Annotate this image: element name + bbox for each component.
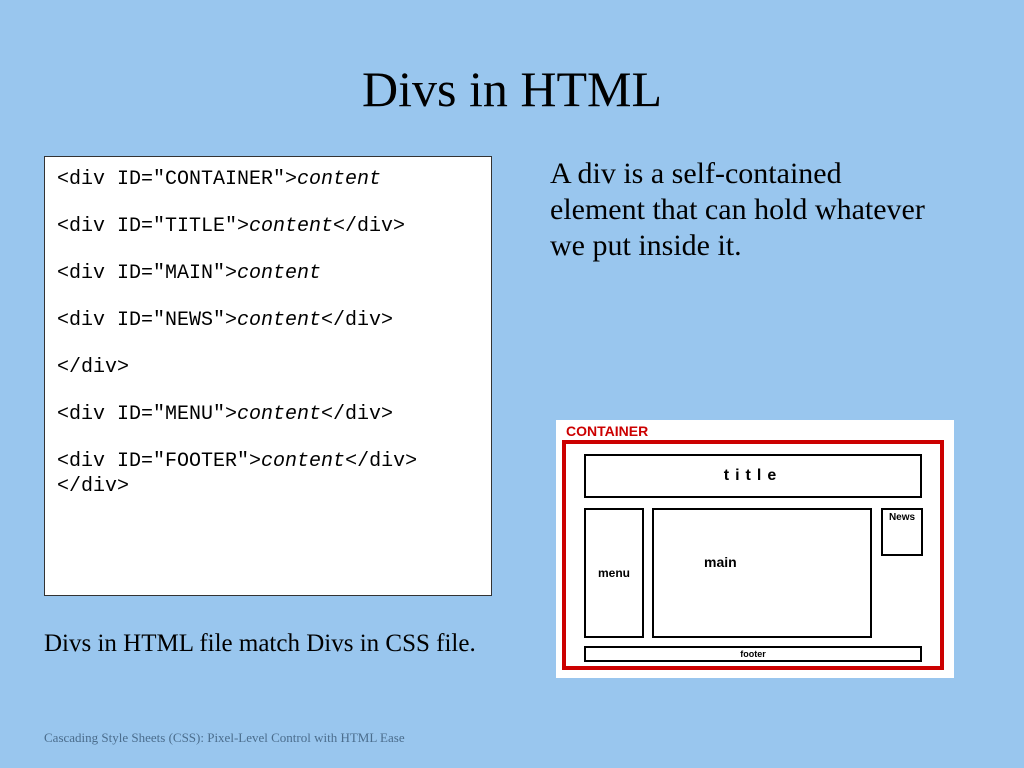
code-tag: <div ID="FOOTER"> [57,450,261,473]
diagram-menu-box: menu [584,508,644,638]
code-content: content [297,168,381,191]
code-content: content [237,309,321,332]
code-tag-end: </div> [321,403,393,426]
code-tag: <div ID="MENU"> [57,403,237,426]
code-tag: <div ID="CONTAINER"> [57,168,297,191]
code-line-5: </div> [57,355,479,380]
code-tag-end: </div> [321,309,393,332]
slide: Divs in HTML <div ID="CONTAINER">content… [0,0,1024,768]
layout-diagram: CONTAINER title menu main News footer [556,420,954,678]
diagram-container-label: CONTAINER [566,423,648,439]
code-content: content [237,262,321,285]
code-box: <div ID="CONTAINER">content <div ID="TIT… [44,156,492,596]
code-line-3: <div ID="MAIN">content [57,261,479,286]
code-content: content [249,215,333,238]
code-line-1: <div ID="CONTAINER">content [57,167,479,192]
code-tag-end: </div> [333,215,405,238]
code-tag: <div ID="NEWS"> [57,309,237,332]
code-line-7: <div ID="FOOTER">content</div></div> [57,449,479,499]
sub-note-text: Divs in HTML file match Divs in CSS file… [44,630,644,658]
diagram-footer-box: footer [584,646,922,662]
code-line-2: <div ID="TITLE">content</div> [57,214,479,239]
diagram-container-box: title menu main News footer [562,440,944,670]
code-tag: <div ID="TITLE"> [57,215,249,238]
code-line-6: <div ID="MENU">content</div> [57,402,479,427]
code-content: content [237,403,321,426]
diagram-main-box: main [652,508,872,638]
slide-footer-text: Cascading Style Sheets (CSS): Pixel-Leve… [44,730,405,746]
code-line-4: <div ID="NEWS">content</div> [57,308,479,333]
slide-title: Divs in HTML [0,60,1024,118]
description-text: A div is a self-contained element that c… [550,156,930,264]
diagram-title-box: title [584,454,922,498]
code-tag: <div ID="MAIN"> [57,262,237,285]
diagram-news-box: News [881,508,923,556]
code-tag-end: </div> [57,356,129,379]
code-content: content [261,450,345,473]
